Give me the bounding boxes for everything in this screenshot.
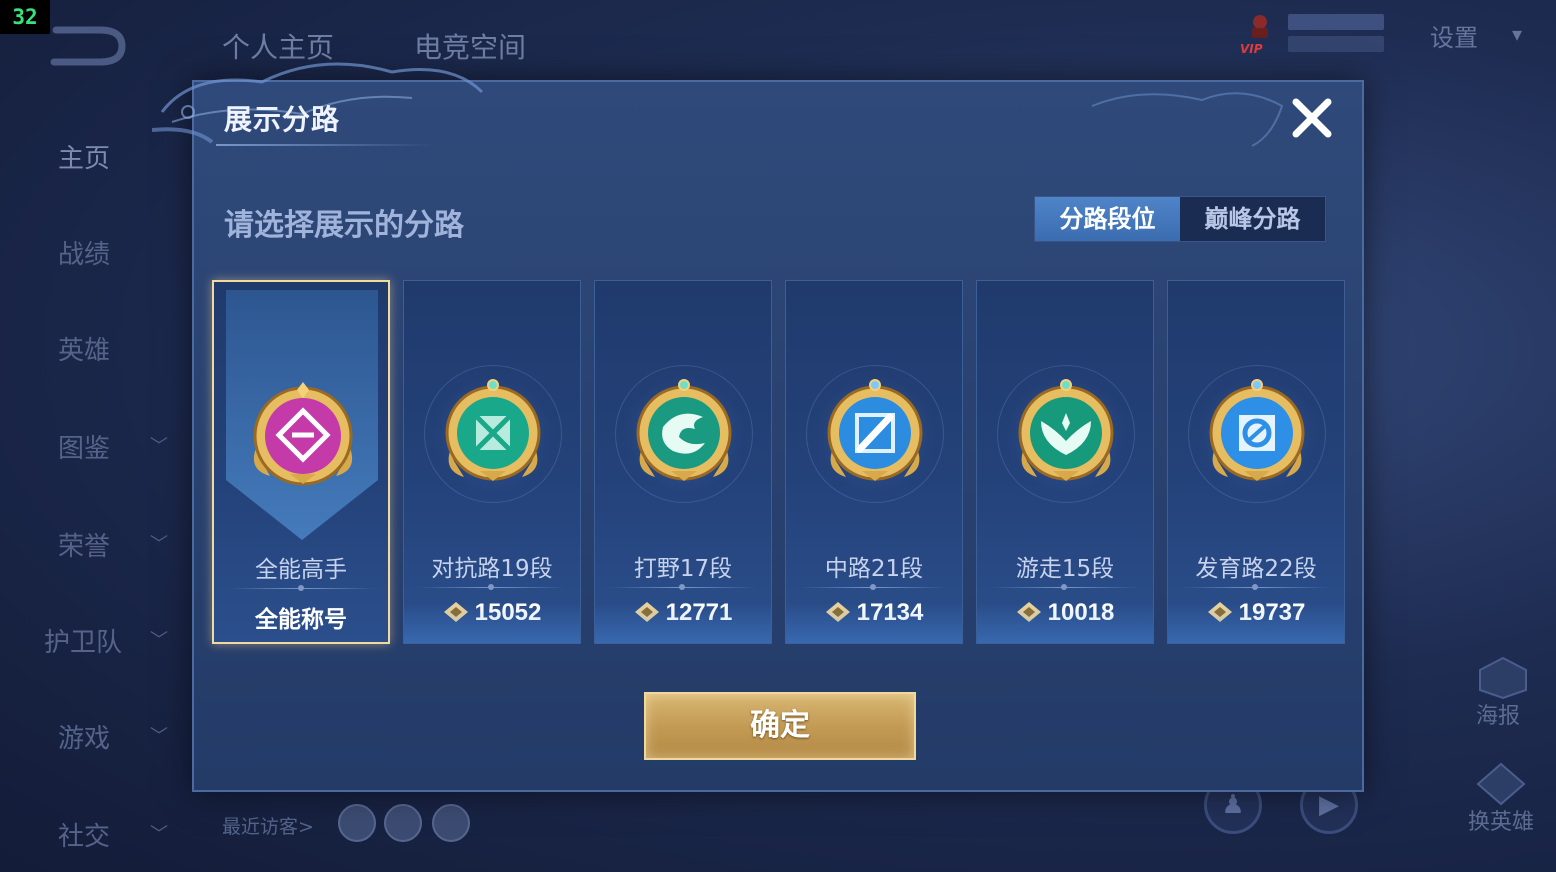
card-divider-dot <box>488 584 494 590</box>
rank-points-icon <box>1016 602 1041 622</box>
vip-crown-icon <box>1252 15 1268 38</box>
tab-esports-space[interactable]: 电竞空间 <box>414 26 526 66</box>
lane-card-roam[interactable]: 游走15段 10018 <box>976 280 1154 644</box>
lane-card-name: 游走15段 <box>1015 556 1115 582</box>
sidebar-item-label: 社交 <box>58 822 111 852</box>
sidebar-item-collection[interactable]: 图鉴 ﹀ <box>0 418 190 478</box>
change-hero-icon <box>1476 762 1526 806</box>
lane-card-name: 发育路22段 <box>1195 556 1317 582</box>
confirm-button[interactable]: 确定 <box>644 692 916 760</box>
poster-icon <box>1479 656 1527 700</box>
vip-info-bar-secondary <box>1288 36 1384 52</box>
lane-card-clash[interactable]: 对抗路19段 15052 <box>403 280 581 644</box>
sidebar-item-social[interactable]: 社交 ﹀ <box>0 806 190 866</box>
sidebar-item-game[interactable]: 游戏 ﹀ <box>0 708 190 768</box>
sidebar-item-label: 游戏 <box>58 724 111 754</box>
card-divider-dot <box>679 584 685 590</box>
dialog-title: 展示分路 <box>224 103 341 136</box>
title-divider <box>216 144 436 146</box>
card-divider-dot <box>1252 584 1258 590</box>
lane-card-score-value: 17134 <box>856 599 924 626</box>
card-divider-dot <box>298 585 304 591</box>
all-round-emblem-icon <box>253 382 353 486</box>
lane-card-all-round[interactable]: 全能高手 全能称号 <box>212 280 390 644</box>
lane-card-name: 对抗路19段 <box>431 556 553 582</box>
lane-card-name: 打野17段 <box>633 556 733 582</box>
lane-card-name: 中路21段 <box>824 556 924 582</box>
visitor-avatar[interactable] <box>432 804 470 842</box>
sidebar-item-label: 战绩 <box>58 240 111 270</box>
chevron-down-icon: ﹀ <box>150 726 168 747</box>
sidebar-item-honor[interactable]: 荣誉 ﹀ <box>0 516 190 576</box>
lane-card-score: 17134 <box>786 599 962 627</box>
poster-button[interactable]: 海报 <box>1476 656 1536 729</box>
fps-counter: 32 <box>0 0 50 34</box>
rank-points-icon <box>1207 602 1232 622</box>
sidebar-item-label: 英雄 <box>58 336 111 366</box>
change-hero-label: 换英雄 <box>1468 810 1535 835</box>
chevron-down-icon: ﹀ <box>150 534 168 555</box>
chevron-down-icon: ﹀ <box>150 630 168 651</box>
vip-area[interactable]: VIP <box>1240 12 1390 60</box>
lane-card-title: 全能称号 <box>255 607 347 633</box>
sidebar-item-heroes[interactable]: 英雄 <box>0 320 190 380</box>
lane-card-score: 10018 <box>977 599 1153 627</box>
recent-visitors-link[interactable]: 最近访客> <box>222 812 314 839</box>
settings-button[interactable]: 设置 <box>1430 18 1478 53</box>
lane-card-jungle[interactable]: 打野17段 12771 <box>594 280 772 644</box>
select-lane-prompt: 请选择展示的分路 <box>224 208 464 243</box>
visitor-avatar[interactable] <box>384 804 422 842</box>
lane-card-score: 12771 <box>595 599 771 627</box>
tab-personal-home[interactable]: 个人主页 <box>222 26 334 66</box>
sidebar-item-record[interactable]: 战绩 <box>0 224 190 284</box>
tab-peak-lane[interactable]: 巅峰分路 <box>1180 197 1325 241</box>
jungle-emblem-icon <box>636 379 732 481</box>
chevron-down-icon: ﹀ <box>150 436 168 457</box>
roam-emblem-icon <box>1018 379 1114 481</box>
back-arrow-icon[interactable] <box>48 22 128 68</box>
visitor-avatar[interactable] <box>338 804 376 842</box>
farm-lane-emblem-icon <box>1209 379 1305 481</box>
vip-info-bar <box>1288 14 1384 30</box>
sidebar-item-label: 图鉴 <box>58 434 111 464</box>
rank-points-icon <box>634 602 659 622</box>
card-divider-dot <box>1061 584 1067 590</box>
tab-lane-rank[interactable]: 分路段位 <box>1035 197 1180 241</box>
lane-card-name: 全能高手 <box>255 557 347 583</box>
display-lane-dialog: 展示分路 请选择展示的分路 分路段位 巅峰分路 全能高手 全能称号 对抗路19段… <box>152 62 1364 792</box>
lane-mode-toggle: 分路段位 巅峰分路 <box>1034 196 1326 242</box>
mid-lane-emblem-icon <box>827 379 923 481</box>
rank-points-icon <box>825 602 850 622</box>
sidebar-item-label: 主页 <box>58 144 111 174</box>
clash-lane-emblem-icon <box>445 379 541 481</box>
lane-card-score-value: 10018 <box>1047 599 1115 626</box>
lane-card-score: 15052 <box>404 599 580 627</box>
lane-card-farm[interactable]: 发育路22段 19737 <box>1167 280 1345 644</box>
chevron-down-icon[interactable]: ▾ <box>1512 22 1522 46</box>
lane-card-score-value: 15052 <box>474 599 542 626</box>
sidebar-item-label: 护卫队 <box>44 628 123 658</box>
card-divider-dot <box>870 584 876 590</box>
poster-label: 海报 <box>1476 704 1521 729</box>
lane-card-score-value: 19737 <box>1238 599 1306 626</box>
lane-card-mid[interactable]: 中路21段 17134 <box>785 280 963 644</box>
rank-points-icon <box>443 602 468 622</box>
close-icon[interactable] <box>1288 94 1336 142</box>
sidebar-item-guard-team[interactable]: 护卫队 ﹀ <box>0 612 190 672</box>
change-hero-button[interactable]: 换英雄 <box>1468 762 1534 835</box>
lane-card-score: 19737 <box>1168 599 1344 627</box>
sidebar-item-home[interactable]: 主页 <box>0 128 190 188</box>
lane-card-list: 全能高手 全能称号 对抗路19段 15052 打野17段 12771 中路21段… <box>212 280 1348 644</box>
sidebar-item-label: 荣誉 <box>58 532 111 562</box>
chevron-down-icon: ﹀ <box>150 824 168 845</box>
lane-card-score-value: 12771 <box>665 599 733 626</box>
cloud-ornament-icon <box>1091 92 1284 147</box>
vip-badge: VIP <box>1240 42 1263 56</box>
